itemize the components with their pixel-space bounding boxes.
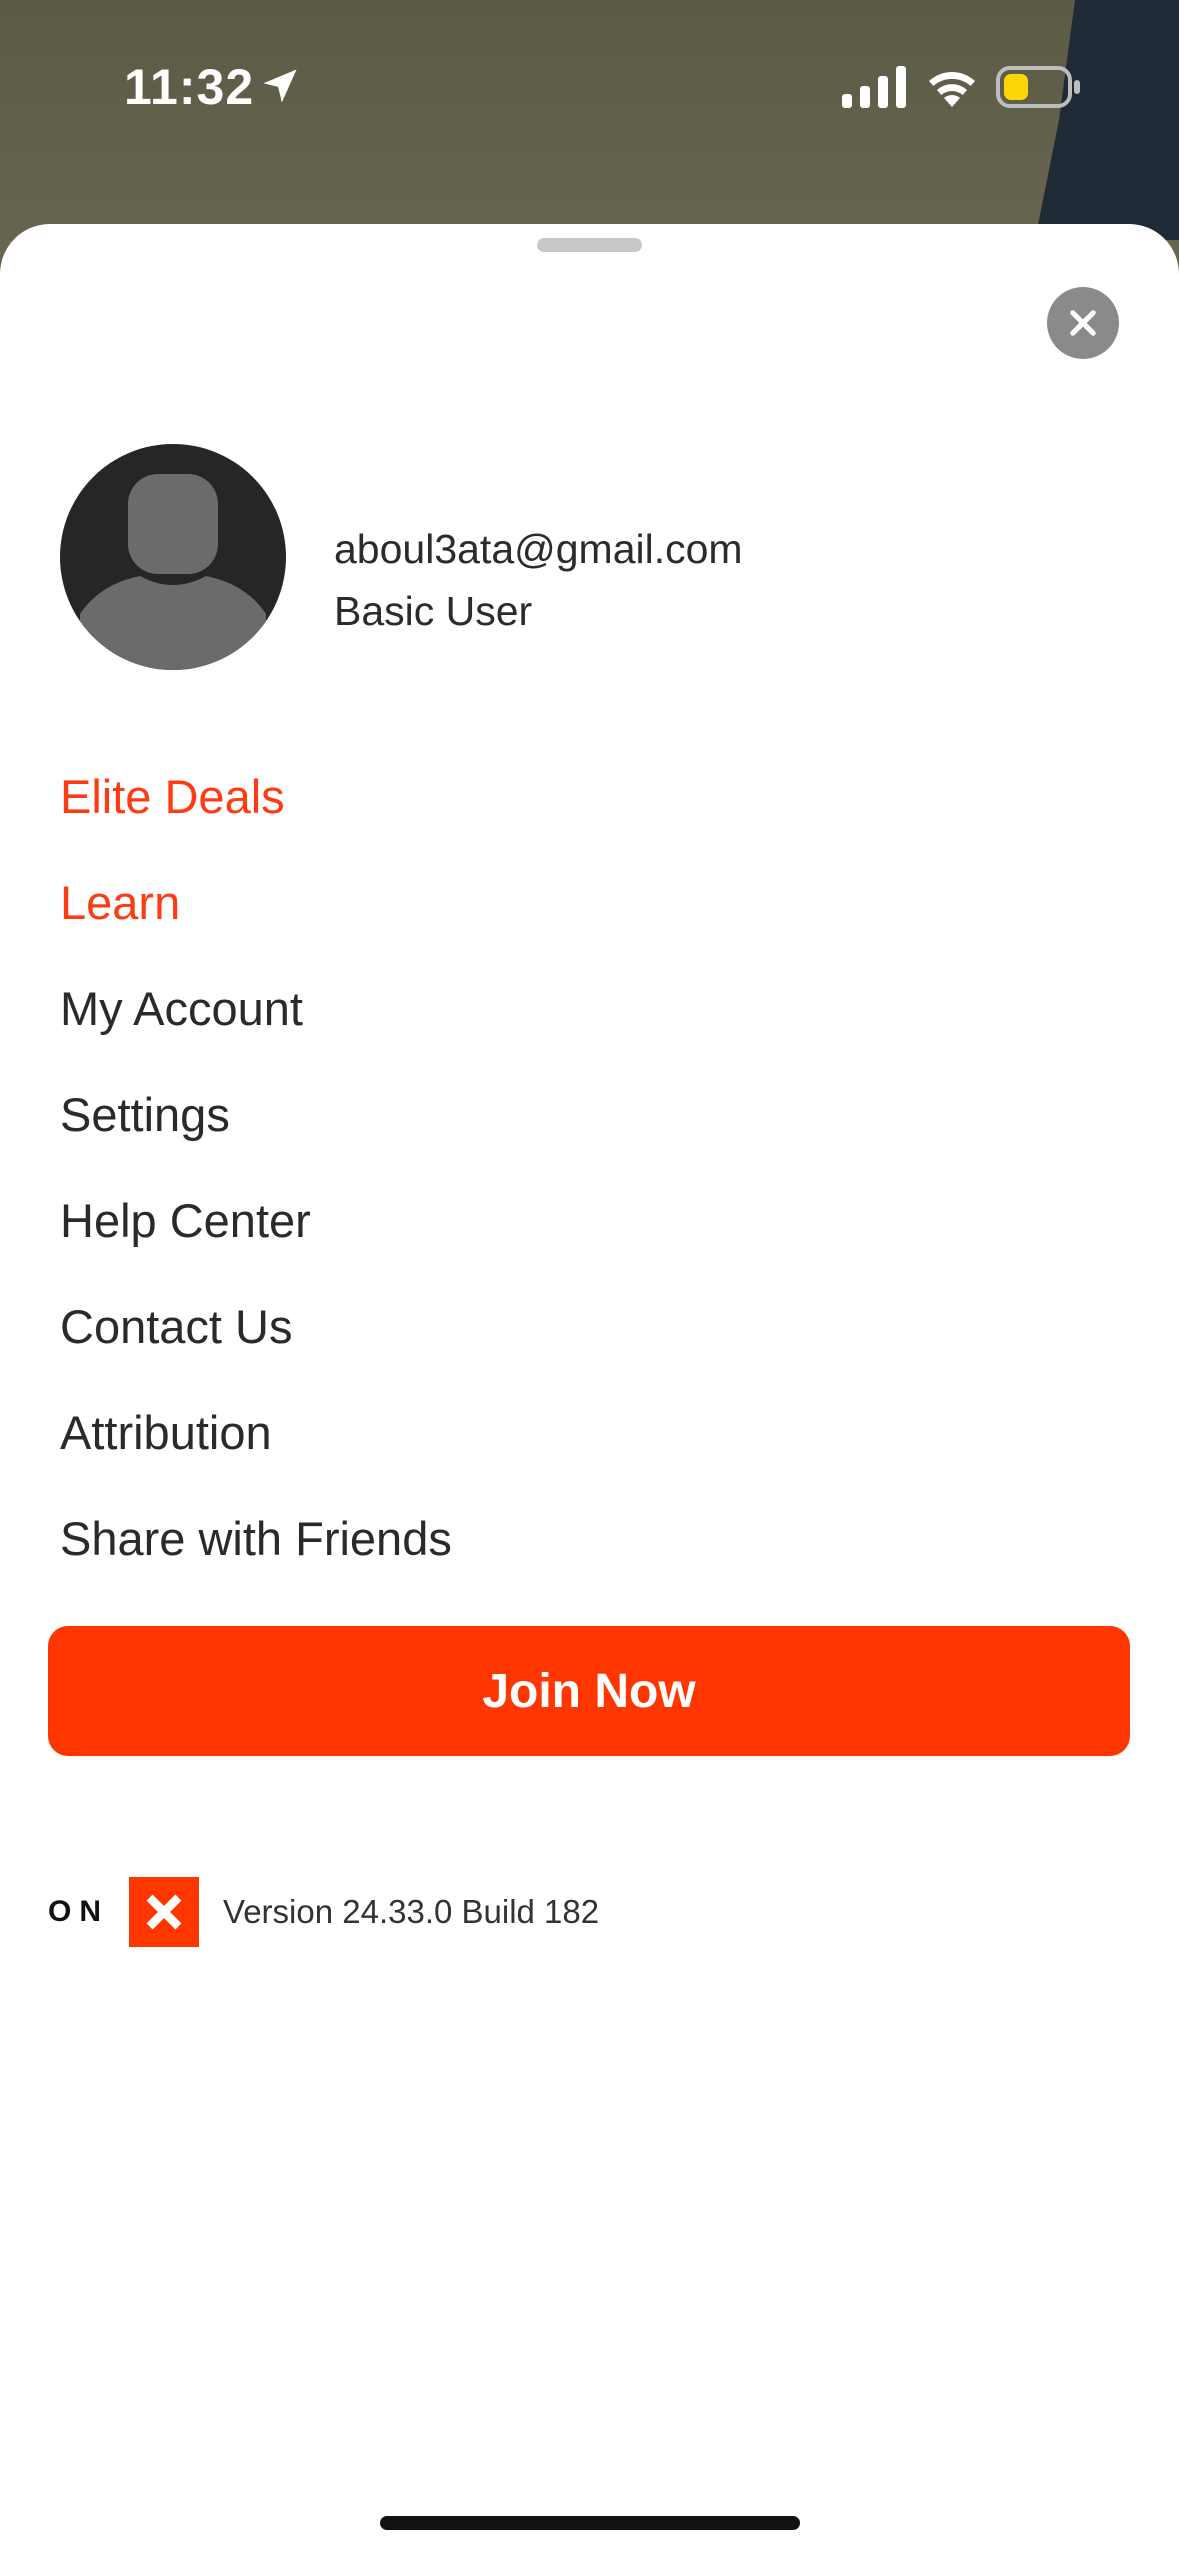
menu-item-help-center[interactable]: Help Center: [60, 1168, 1120, 1274]
brand-x-icon: [129, 1877, 199, 1947]
cellular-signal-icon: [842, 66, 906, 108]
menu-item-learn[interactable]: Learn: [60, 850, 1120, 956]
menu-item-my-account[interactable]: My Account: [60, 956, 1120, 1062]
app-version: Version 24.33.0 Build 182: [223, 1893, 600, 1930]
user-email: aboul3ata@gmail.com: [334, 526, 743, 572]
battery-icon: [996, 66, 1080, 108]
menu-item-contact-us[interactable]: Contact Us: [60, 1274, 1120, 1380]
menu-item-elite-deals[interactable]: Elite Deals: [60, 744, 1120, 850]
avatar-placeholder-icon: [80, 474, 266, 670]
menu-sheet: aboul3ata@gmail.com Basic User Elite Dea…: [0, 224, 1179, 2556]
close-icon: [1070, 310, 1096, 336]
status-time: 11:32: [124, 59, 255, 115]
user-tier: Basic User: [334, 588, 533, 634]
menu-item-settings[interactable]: Settings: [60, 1062, 1120, 1168]
close-button[interactable]: [1047, 287, 1119, 359]
brand-logo-text: ON: [48, 1895, 109, 1928]
join-now-button[interactable]: Join Now: [48, 1626, 1130, 1756]
home-indicator[interactable]: [380, 2516, 800, 2530]
app-footer: ON Version 24.33.0 Build 182: [48, 1876, 599, 1948]
avatar[interactable]: [60, 444, 286, 670]
status-bar: 11:32: [0, 0, 1179, 170]
sheet-grabber[interactable]: [537, 238, 642, 252]
wifi-icon: [929, 72, 975, 107]
menu-item-attribution[interactable]: Attribution: [60, 1380, 1120, 1486]
location-arrow-icon: [263, 69, 297, 103]
menu-list: Elite Deals Learn My Account Settings He…: [60, 744, 1120, 1592]
menu-item-share-with-friends[interactable]: Share with Friends: [60, 1486, 1120, 1592]
